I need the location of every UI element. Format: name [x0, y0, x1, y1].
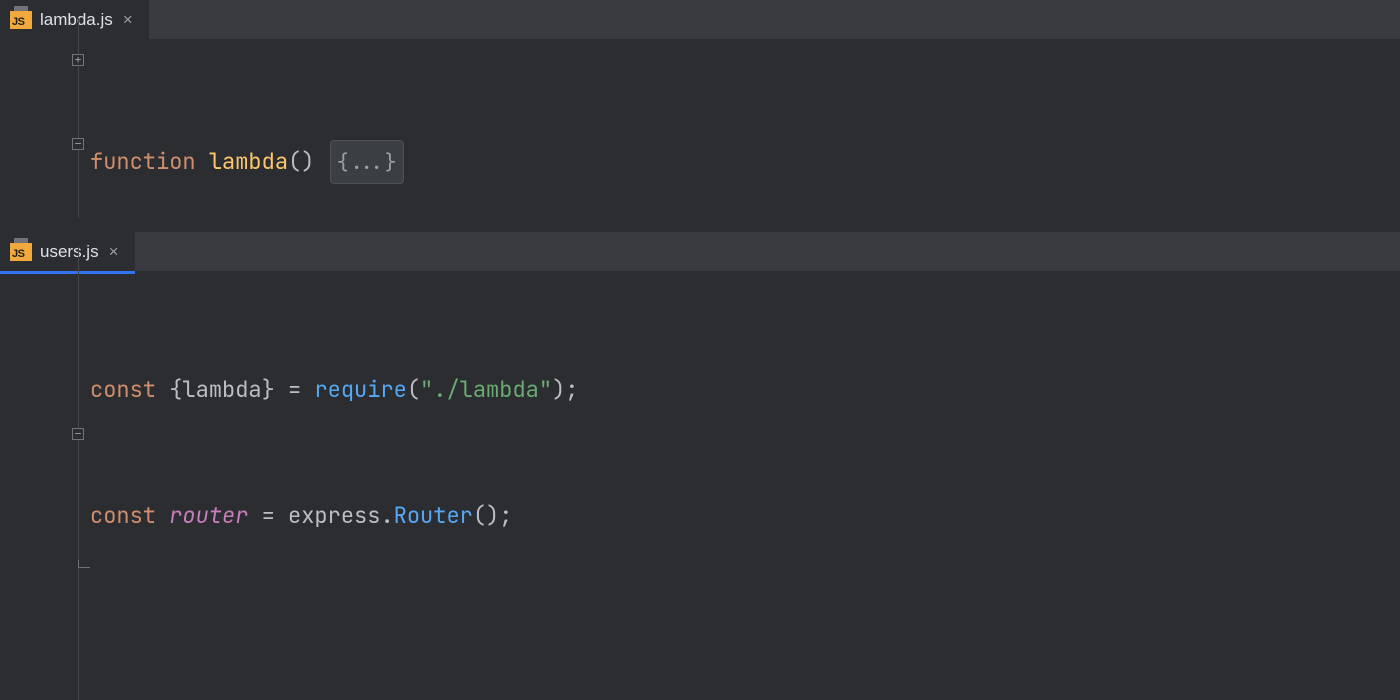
tab-bar-top: JS lambda.js ×	[0, 0, 1400, 39]
fold-icon[interactable]: −	[72, 138, 84, 150]
editor-pane-top: JS lambda.js × + − function lambda() {..…	[0, 0, 1400, 232]
tab-lambda-js[interactable]: JS lambda.js ×	[0, 0, 149, 39]
fold-icon[interactable]: −	[72, 428, 84, 440]
code-editor-top[interactable]: + − function lambda() {...} module.expor…	[0, 39, 1400, 232]
code-line[interactable]: function lambda() {...}	[90, 141, 1400, 183]
fold-end-icon	[78, 560, 90, 568]
tab-users-js[interactable]: JS users.js ×	[0, 232, 135, 271]
js-file-icon: JS	[10, 11, 32, 29]
tab-filename: users.js	[40, 242, 99, 262]
close-icon[interactable]: ×	[107, 243, 121, 260]
code-editor-bottom[interactable]: − const {lambda} = require("./lambda"); …	[0, 271, 1400, 700]
code-line[interactable]	[90, 621, 1400, 663]
code-line[interactable]: const router = express.Router();	[90, 495, 1400, 537]
js-file-icon: JS	[10, 243, 32, 261]
folded-region[interactable]: {...}	[330, 140, 404, 184]
editor-pane-bottom: JS users.js × − const {lambda} = require…	[0, 232, 1400, 700]
tab-filename: lambda.js	[40, 10, 113, 30]
fold-icon[interactable]: +	[72, 54, 84, 66]
close-icon[interactable]: ×	[121, 11, 135, 28]
tab-bar-bottom: JS users.js ×	[0, 232, 1400, 271]
code-line[interactable]: const {lambda} = require("./lambda");	[90, 369, 1400, 411]
